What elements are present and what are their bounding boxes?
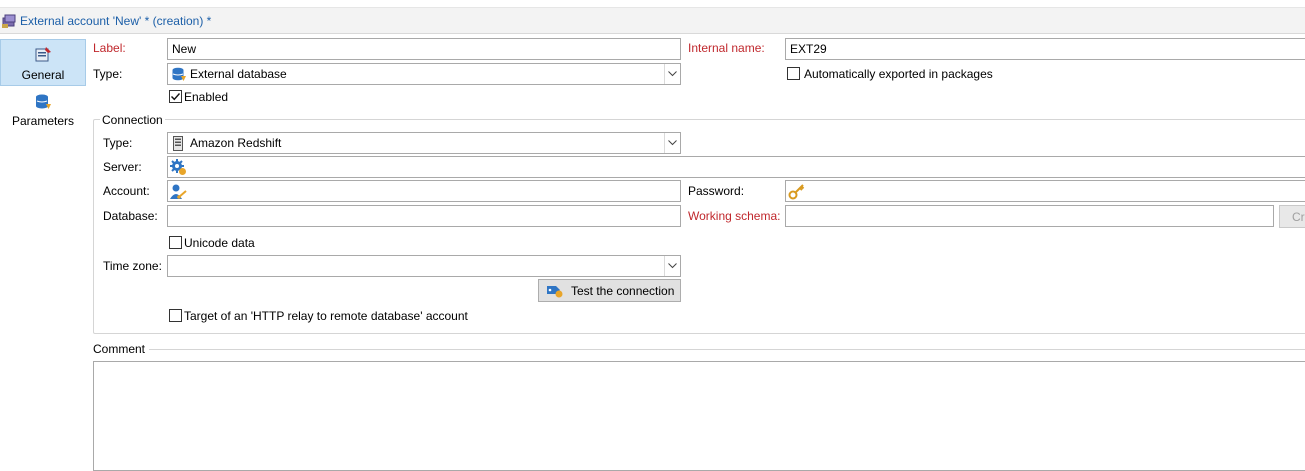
database-icon	[172, 67, 186, 81]
type-label: Type:	[93, 67, 123, 81]
auto-export-label: Automatically exported in packages	[804, 67, 993, 81]
password-input[interactable]	[785, 180, 1305, 202]
account-input[interactable]	[167, 180, 681, 202]
server-label: Server:	[103, 160, 142, 174]
test-connection-button[interactable]: Test the connection	[538, 279, 681, 302]
user-key-icon	[170, 184, 187, 199]
timezone-label: Time zone:	[103, 259, 162, 273]
sidebar-item-label: Parameters	[11, 114, 75, 128]
comment-divider	[149, 349, 1305, 350]
chevron-down-icon[interactable]	[664, 64, 680, 84]
window-title: External account 'New' * (creation) *	[20, 14, 212, 28]
server-icon	[173, 136, 183, 151]
password-label: Password:	[688, 184, 745, 198]
internal-name-input[interactable]: EXT29	[785, 38, 1305, 60]
auto-export-checkbox[interactable]	[787, 67, 800, 80]
enabled-checkbox[interactable]	[169, 90, 182, 103]
server-input[interactable]	[167, 156, 1305, 178]
http-relay-label: Target of an 'HTTP relay to remote datab…	[184, 309, 468, 323]
unicode-checkbox[interactable]	[169, 236, 182, 249]
chevron-down-icon[interactable]	[664, 133, 680, 153]
label-field-label: Label:	[93, 41, 126, 55]
server-gear-icon	[170, 159, 186, 175]
test-connection-icon	[547, 285, 563, 297]
comment-legend: Comment	[93, 342, 146, 356]
database-parameters-icon	[36, 94, 51, 109]
general-settings-icon	[35, 47, 51, 62]
unicode-label: Unicode data	[184, 236, 255, 250]
connection-legend: Connection	[100, 113, 165, 127]
check-icon	[171, 93, 181, 101]
working-schema-label: Working schema:	[688, 209, 781, 223]
label-input[interactable]: New	[167, 38, 681, 60]
connection-type-label: Type:	[103, 136, 133, 150]
key-icon	[788, 184, 805, 200]
test-connection-label: Test the connection	[571, 283, 675, 298]
connection-type-select[interactable]: Amazon Redshift	[167, 132, 681, 154]
comment-textarea[interactable]	[93, 361, 1305, 471]
sidebar-item-general[interactable]: General	[0, 39, 86, 86]
sidebar-item-parameters[interactable]: Parameters	[0, 90, 86, 130]
database-input[interactable]	[167, 205, 681, 227]
type-select-value: External database	[190, 67, 287, 81]
chevron-down-icon[interactable]	[664, 256, 680, 276]
create-schema-button[interactable]: Cr	[1279, 205, 1305, 228]
type-select[interactable]: External database	[167, 63, 681, 85]
database-label: Database:	[103, 209, 158, 223]
sidebar-item-label: General	[21, 68, 65, 82]
working-schema-input[interactable]	[785, 205, 1274, 227]
timezone-select[interactable]	[167, 255, 681, 277]
enabled-label: Enabled	[184, 90, 229, 104]
account-label: Account:	[103, 184, 150, 198]
connection-type-value: Amazon Redshift	[190, 136, 282, 150]
http-relay-checkbox[interactable]	[169, 309, 182, 322]
internal-name-label: Internal name:	[688, 41, 765, 55]
external-account-icon	[2, 14, 16, 28]
